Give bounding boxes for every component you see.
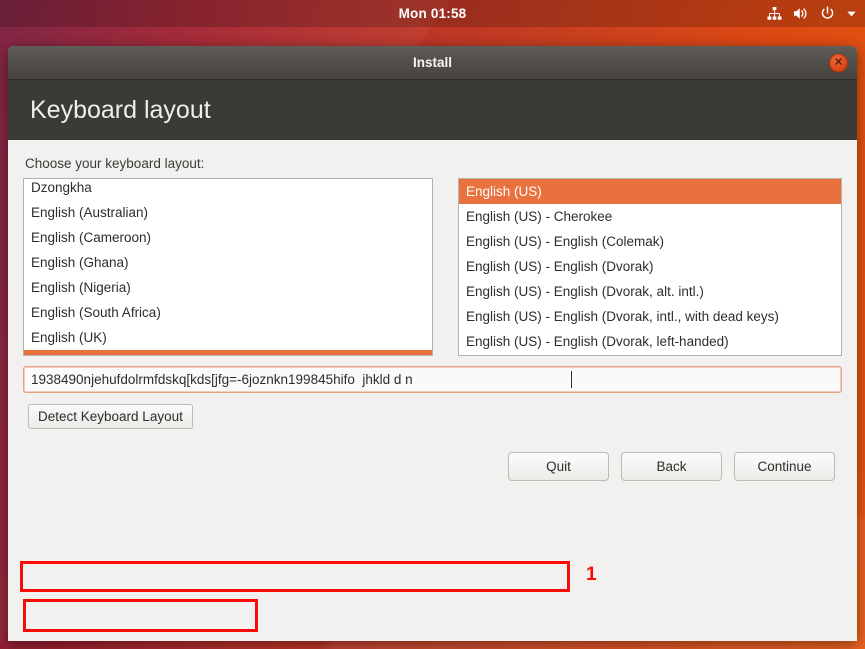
quit-button[interactable]: Quit	[508, 452, 609, 481]
system-top-panel: Mon 01:58	[0, 0, 865, 27]
system-tray	[767, 0, 857, 27]
keyboard-test-row	[23, 366, 842, 393]
keyboard-layout-list-item[interactable]: English (UK)	[24, 325, 432, 350]
installer-window: Install ✕ Keyboard layout Choose your ke…	[8, 46, 857, 641]
keyboard-test-input[interactable]	[23, 366, 842, 393]
keyboard-layout-list[interactable]: Dzongkha English (Australian) English (Cam…	[23, 178, 433, 356]
page-body: Choose your keyboard layout: Dzongkha Eng…	[8, 140, 857, 632]
keyboard-variant-list-item[interactable]: English (US) - English (Colemak)	[459, 229, 841, 254]
keyboard-layout-prompt: Choose your keyboard layout:	[25, 156, 205, 171]
page-title: Keyboard layout	[30, 95, 211, 124]
keyboard-variant-list-item[interactable]: English (US) - English (Dvorak)	[459, 254, 841, 279]
text-caret	[571, 371, 572, 388]
close-icon[interactable]: ✕	[829, 53, 848, 72]
keyboard-layout-list-item[interactable]: English (Nigeria)	[24, 275, 432, 300]
power-icon[interactable]	[820, 6, 835, 21]
annotation-marker-1: 1	[586, 564, 597, 585]
detect-keyboard-layout-button[interactable]: Detect Keyboard Layout	[28, 404, 193, 429]
keyboard-variant-list-item[interactable]: English (US) - Cherokee	[459, 204, 841, 229]
page-header: Keyboard layout	[8, 80, 857, 140]
keyboard-variant-list-item[interactable]: English (US) - English (Dvorak, left-han…	[459, 329, 841, 354]
window-titlebar: Install ✕	[8, 46, 857, 80]
continue-button[interactable]: Continue	[734, 452, 835, 481]
back-button[interactable]: Back	[621, 452, 722, 481]
layout-selection-area: Dzongkha English (Australian) English (Cam…	[23, 178, 842, 356]
chevron-down-icon[interactable]	[846, 8, 857, 19]
keyboard-layout-list-item[interactable]: English (US)	[24, 350, 432, 355]
network-icon[interactable]	[767, 6, 782, 21]
window-title: Install	[412, 55, 452, 70]
system-clock[interactable]: Mon 01:58	[0, 6, 865, 21]
navigation-buttons: Quit Back Continue	[508, 452, 835, 481]
keyboard-variant-list-item[interactable]: English (US) - English (Dvorak, alt. int…	[459, 279, 841, 304]
keyboard-layout-list-item[interactable]: English (South Africa)	[24, 300, 432, 325]
keyboard-layout-list-item[interactable]: English (Ghana)	[24, 250, 432, 275]
volume-icon[interactable]	[793, 6, 809, 21]
keyboard-variant-list-item[interactable]: English (US) - English (Dvorak, right-ha…	[459, 354, 841, 355]
keyboard-layout-list-item[interactable]: Dzongkha	[24, 179, 432, 200]
keyboard-variant-list[interactable]: English (US) English (US) - Cherokee Engli…	[458, 178, 842, 356]
keyboard-variant-list-item[interactable]: English (US) - English (Dvorak, intl., w…	[459, 304, 841, 329]
keyboard-variant-list-item[interactable]: English (US)	[459, 179, 841, 204]
annotation-box-input	[20, 561, 570, 592]
annotation-box-detect	[23, 599, 258, 632]
keyboard-layout-list-item[interactable]: English (Australian)	[24, 200, 432, 225]
keyboard-layout-list-item[interactable]: English (Cameroon)	[24, 225, 432, 250]
